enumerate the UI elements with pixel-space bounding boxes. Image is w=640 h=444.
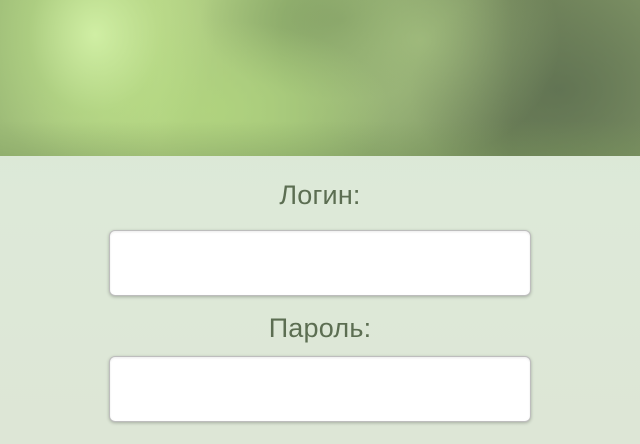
password-input[interactable] (109, 356, 531, 422)
login-label: Логин: (279, 180, 361, 210)
login-input[interactable] (109, 230, 531, 296)
login-page: Логин: Пароль: (0, 0, 640, 444)
header-banner-image (0, 0, 640, 156)
password-label: Пароль: (268, 313, 372, 343)
